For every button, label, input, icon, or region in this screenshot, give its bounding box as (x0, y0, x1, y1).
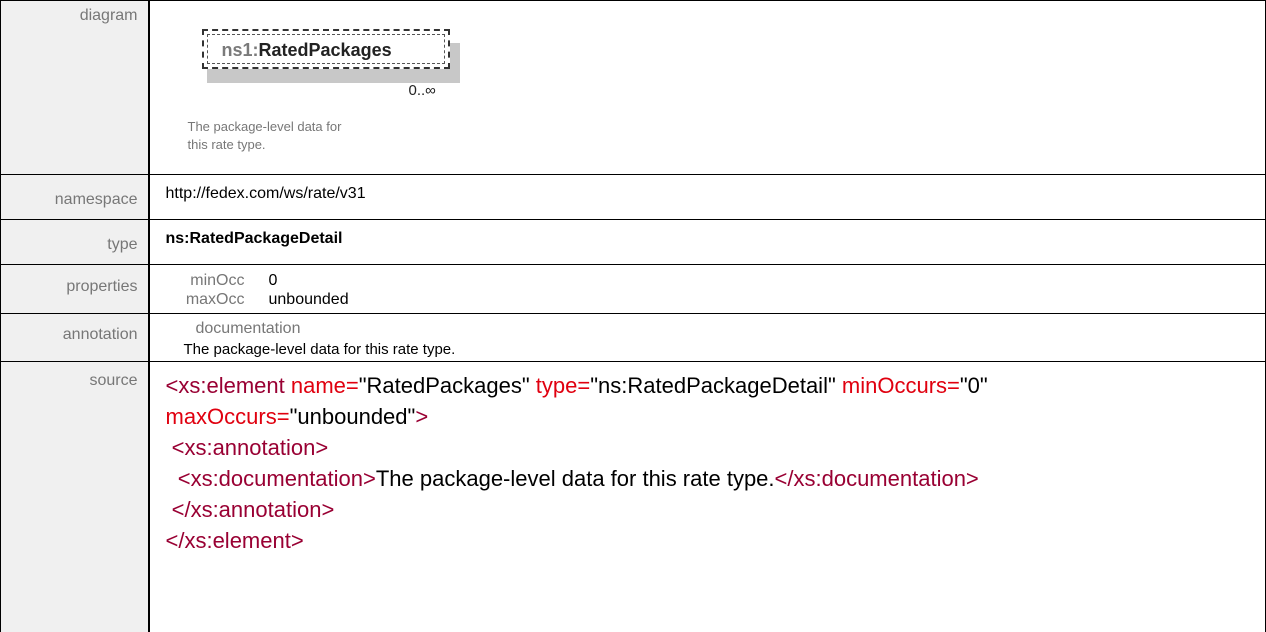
diagram-cell: ns1:RatedPackages 0..∞ The package-level… (147, 0, 1266, 175)
namespace-value: http://fedex.com/ws/rate/v31 (147, 174, 1266, 220)
properties-grid: minOcc 0 maxOcc unbounded (150, 265, 1266, 309)
namespace-row: namespace http://fedex.com/ws/rate/v31 (0, 174, 1266, 220)
annotation-cell: documentation The package-level data for… (147, 313, 1266, 362)
source-text: The package-level data for this rate typ… (375, 466, 775, 491)
source-line-5: </xs:annotation> (166, 494, 1266, 525)
source-tag: </xs:annotation> (165, 497, 335, 522)
source-attr-minoccurs: minOccurs= (835, 373, 960, 398)
annotation-text: The package-level data for this rate typ… (183, 341, 456, 358)
occurrence-range: 0..∞ (408, 82, 436, 99)
element-name: RatedPackages (258, 40, 392, 60)
diagram-row: diagram ns1:RatedPackages 0..∞ The packa… (0, 0, 1266, 175)
annotation-label: annotation (0, 313, 149, 362)
element-diagram: ns1:RatedPackages 0..∞ The package-level… (166, 1, 466, 171)
element-prefix: ns1: (221, 40, 259, 60)
source-value-minoccurs: "0" (959, 373, 988, 398)
source-line-3: <xs:annotation> (166, 432, 1266, 463)
source-line-4: <xs:documentation>The package-level data… (166, 463, 1266, 494)
element-box[interactable]: ns1:RatedPackages (201, 29, 450, 69)
source-value-type: "ns:RatedPackageDetail" (590, 373, 836, 398)
namespace-label: namespace (0, 174, 149, 220)
source-attr-maxoccurs: maxOccurs= (165, 404, 290, 429)
source-line-2: maxOccurs="unbounded"> (166, 401, 1266, 432)
type-cell: ns:RatedPackageDetail (147, 219, 1266, 265)
property-key-maxocc: maxOcc (185, 291, 245, 308)
annotation-heading: documentation (195, 320, 301, 337)
diagram-label: diagram (0, 0, 149, 175)
source-label: source (0, 361, 149, 632)
annotation-row: annotation documentation The package-lev… (0, 313, 1266, 362)
source-line-6: </xs:element> (166, 525, 1266, 556)
source-tag: <xs:annotation> (165, 435, 329, 460)
type-row: type ns:RatedPackageDetail (0, 219, 1266, 265)
type-label: type (0, 219, 149, 265)
properties-cell: minOcc 0 maxOcc unbounded (147, 264, 1266, 314)
source-cell: <xs:element name="RatedPackages" type="n… (147, 361, 1266, 632)
source-tag-close: > (415, 404, 429, 429)
source-row: source <xs:element name="RatedPackages" … (0, 361, 1266, 632)
property-value-minocc: 0 (268, 272, 278, 289)
source-tag: </xs:element> (165, 528, 304, 553)
source-tag: </xs:documentation> (774, 466, 979, 491)
source-tag: <xs:element (165, 373, 285, 398)
source-value-name: "RatedPackages" (358, 373, 530, 398)
source-tag: <xs:documentation> (165, 466, 376, 491)
diagram-documentation: The package-level data for this rate typ… (188, 118, 448, 154)
schema-doc-table: diagram ns1:RatedPackages 0..∞ The packa… (0, 0, 1266, 632)
property-value-maxocc: unbounded (268, 291, 349, 308)
source-attr-name: name= (284, 373, 359, 398)
source-value-maxoccurs: "unbounded" (289, 404, 416, 429)
source-line-1: <xs:element name="RatedPackages" type="n… (166, 370, 1266, 401)
diagram-doc-line-2: this rate type. (187, 137, 266, 152)
element-box-label: ns1:RatedPackages (222, 40, 392, 61)
property-key-minocc: minOcc (190, 272, 245, 289)
diagram-doc-line-1: The package-level data for (187, 119, 342, 134)
properties-row: properties minOcc 0 maxOcc unbounded (0, 264, 1266, 314)
source-attr-type: type= (529, 373, 591, 398)
properties-label: properties (0, 264, 149, 314)
source-code: <xs:element name="RatedPackages" type="n… (166, 362, 1266, 556)
type-value[interactable]: ns:RatedPackageDetail (166, 230, 343, 247)
